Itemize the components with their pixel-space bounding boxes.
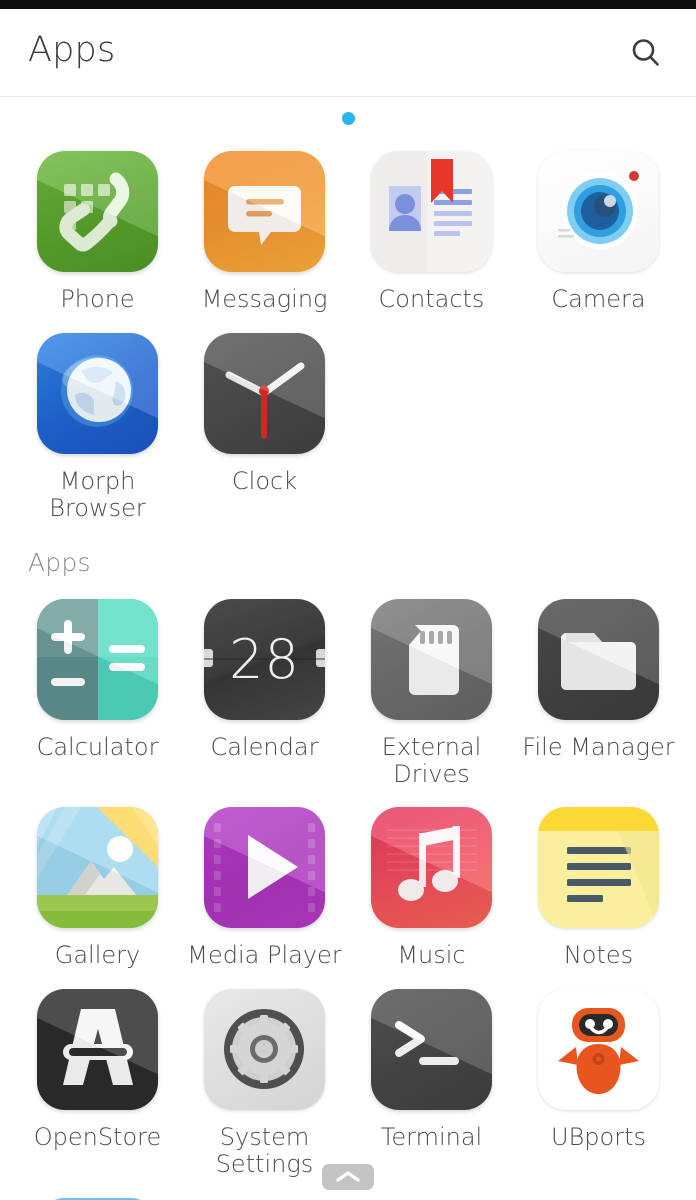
app-header: Apps bbox=[0, 9, 696, 97]
app-label: OpenStore bbox=[33, 1123, 162, 1152]
app-label: Gallery bbox=[54, 941, 141, 970]
messaging-icon bbox=[204, 151, 325, 272]
page-indicator[interactable] bbox=[0, 97, 696, 139]
app-item-contacts[interactable]: Contacts bbox=[348, 139, 515, 321]
apps-grid: Calculator 28 Calendar External Drives F… bbox=[0, 587, 696, 1200]
gallery-icon bbox=[37, 807, 158, 929]
app-grid-scroll-area[interactable]: Phone Messaging Contacts Camera Morph Br… bbox=[0, 139, 696, 1200]
section-header-apps: Apps bbox=[28, 547, 91, 577]
search-icon bbox=[632, 38, 659, 66]
music-icon bbox=[371, 807, 492, 929]
system-settings-icon bbox=[204, 989, 325, 1111]
terminal-icon bbox=[371, 989, 492, 1111]
app-item-calendar[interactable]: 28 Calendar bbox=[181, 587, 348, 796]
openstore-icon bbox=[37, 989, 158, 1111]
page-dot-1[interactable] bbox=[341, 111, 355, 125]
media-player-icon bbox=[204, 807, 325, 929]
app-item-media-player[interactable]: Media Player bbox=[181, 795, 348, 977]
app-drawer-screen: Apps Phone Messaging Contacts Camera Mor… bbox=[0, 0, 696, 1200]
app-label: Terminal bbox=[380, 1123, 483, 1152]
app-label: Calculator bbox=[36, 732, 159, 761]
app-item-file-manager[interactable]: File Manager bbox=[515, 587, 682, 796]
clock-icon bbox=[204, 332, 325, 454]
chevron-up-icon bbox=[336, 1171, 360, 1182]
page-title: Apps bbox=[28, 30, 116, 70]
app-item-system-settings[interactable]: System Settings bbox=[181, 977, 348, 1186]
app-label: Camera bbox=[551, 285, 646, 313]
calculator-icon bbox=[37, 598, 158, 720]
app-item-terminal[interactable]: Terminal bbox=[348, 977, 515, 1186]
app-item-external-drives[interactable]: External Drives bbox=[348, 587, 515, 796]
app-item-phone[interactable]: Phone bbox=[14, 139, 181, 321]
app-label: Calendar bbox=[210, 732, 319, 761]
app-item-clock[interactable]: Clock bbox=[181, 321, 348, 530]
app-label: External Drives bbox=[381, 732, 482, 788]
app-label: Notes bbox=[563, 941, 634, 970]
app-label: Media Player bbox=[187, 941, 342, 970]
app-label: UBports bbox=[551, 1123, 646, 1152]
app-item-openstore[interactable]: OpenStore bbox=[14, 977, 181, 1186]
app-label: System Settings bbox=[215, 1123, 314, 1179]
calendar-day-number: 28 bbox=[229, 627, 300, 691]
app-item-ubports[interactable]: UBports bbox=[515, 977, 682, 1186]
morph-browser-icon bbox=[37, 332, 158, 454]
app-label: Music bbox=[397, 941, 466, 970]
external-drives-icon bbox=[371, 598, 492, 720]
app-label: Morph Browser bbox=[49, 466, 146, 522]
favorites-grid: Phone Messaging Contacts Camera Morph Br… bbox=[0, 139, 696, 530]
app-label: File Manager bbox=[522, 732, 675, 761]
app-item-messaging[interactable]: Messaging bbox=[181, 139, 348, 321]
app-item-camera[interactable]: Camera bbox=[515, 139, 682, 321]
app-label: Phone bbox=[60, 285, 135, 313]
camera-icon bbox=[538, 151, 659, 272]
app-label: Contacts bbox=[378, 285, 485, 313]
app-label: Messaging bbox=[201, 285, 328, 313]
ubports-icon bbox=[538, 989, 659, 1111]
app-item-gallery[interactable]: Gallery bbox=[14, 795, 181, 977]
app-item-morph-browser[interactable]: Morph Browser bbox=[14, 321, 181, 530]
search-button[interactable] bbox=[622, 29, 670, 77]
bottom-drag-handle[interactable] bbox=[322, 1164, 374, 1190]
status-bar bbox=[0, 0, 696, 9]
calendar-icon: 28 bbox=[204, 598, 325, 720]
notes-icon bbox=[538, 807, 659, 929]
contacts-icon bbox=[371, 151, 492, 272]
app-label: Clock bbox=[231, 466, 298, 495]
phone-icon bbox=[37, 151, 158, 272]
app-item-weather[interactable] bbox=[14, 1186, 181, 1200]
file-manager-icon bbox=[538, 598, 659, 720]
app-item-music[interactable]: Music bbox=[348, 795, 515, 977]
app-item-calculator[interactable]: Calculator bbox=[14, 587, 181, 796]
app-item-notes[interactable]: Notes bbox=[515, 795, 682, 977]
